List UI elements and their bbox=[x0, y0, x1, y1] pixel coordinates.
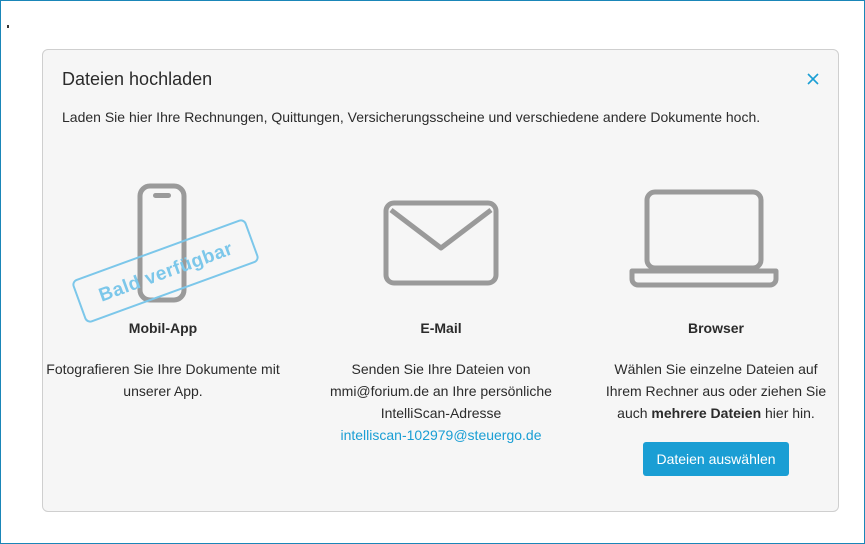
email-title: E-Mail bbox=[420, 320, 462, 336]
option-browser: Browser Wählen Sie einzelne Dateien auf … bbox=[596, 178, 836, 476]
mobile-title: Mobil-App bbox=[128, 320, 198, 336]
browser-title: Browser bbox=[687, 320, 745, 336]
email-description: Senden Sie Ihre Dateien von mmi@forium.d… bbox=[321, 358, 561, 446]
option-email: E-Mail Senden Sie Ihre Dateien von mmi@f… bbox=[321, 178, 561, 446]
mobile-illustration: Bald verfügbar bbox=[43, 178, 283, 325]
close-icon[interactable] bbox=[804, 70, 822, 88]
browser-description-end: hier hin. bbox=[765, 405, 815, 421]
laptop-icon bbox=[629, 189, 779, 288]
email-illustration bbox=[321, 178, 561, 308]
intelliscan-address-link[interactable]: intelliscan-102979@steuergo.de bbox=[340, 427, 541, 443]
envelope-icon bbox=[383, 200, 499, 286]
modal-title: Dateien hochladen bbox=[62, 69, 213, 89]
option-mobile-app: Bald verfügbar Mobil-App Fotografieren S… bbox=[43, 178, 283, 402]
browser-illustration bbox=[596, 178, 836, 308]
upload-modal: Dateien hochladen Laden Sie hier Ihre Re… bbox=[42, 49, 839, 512]
select-files-button[interactable]: Dateien auswählen bbox=[643, 442, 789, 476]
modal-intro: Laden Sie hier Ihre Rechnungen, Quittung… bbox=[62, 109, 761, 125]
browser-description: Wählen Sie einzelne Dateien auf Ihrem Re… bbox=[596, 358, 836, 424]
mobile-description: Fotografieren Sie Ihre Dokumente mit uns… bbox=[46, 361, 280, 399]
email-description-text: Senden Sie Ihre Dateien von mmi@forium.d… bbox=[330, 361, 552, 421]
browser-description-bold: mehrere Dateien bbox=[651, 405, 762, 421]
stray-dot bbox=[7, 25, 9, 28]
